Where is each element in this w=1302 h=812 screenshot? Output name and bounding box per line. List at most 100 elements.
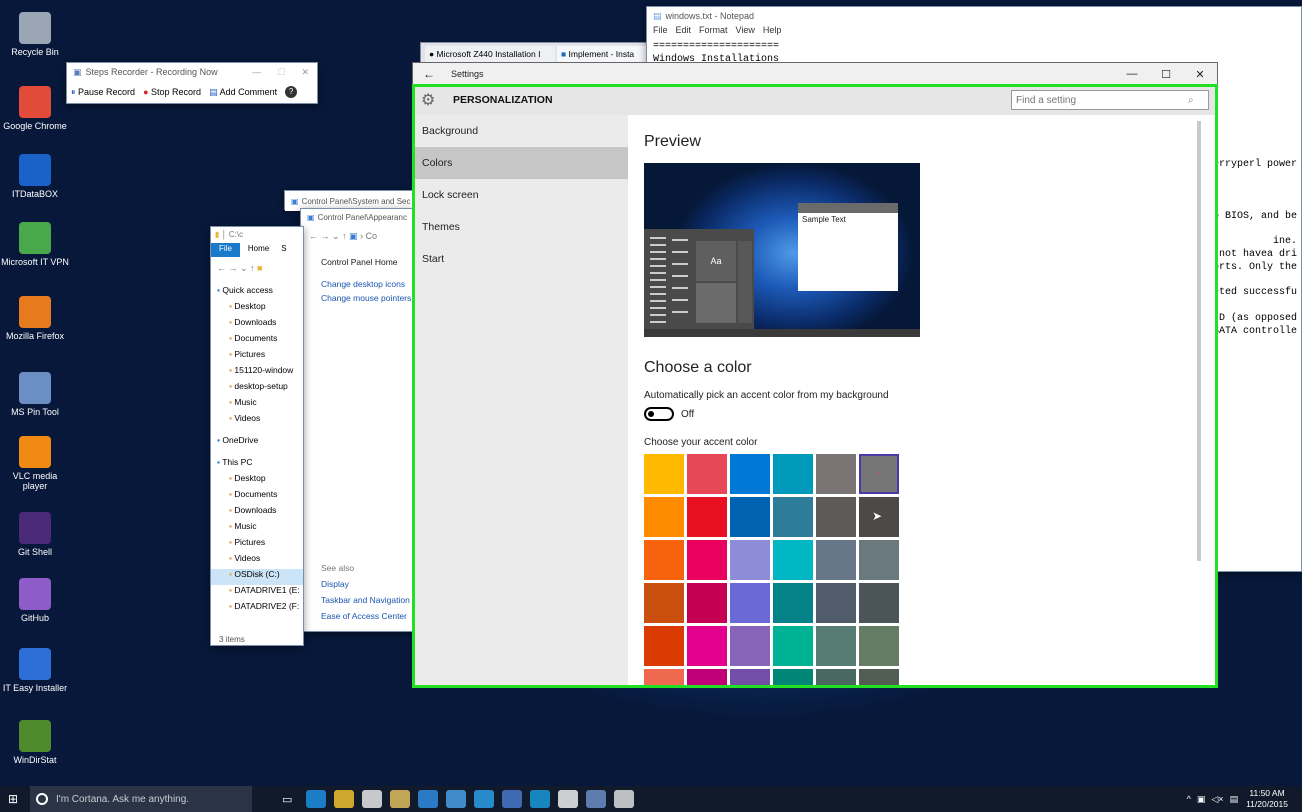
explorer-nav-item[interactable]: ▪ DATADRIVE1 (E: <box>211 585 303 601</box>
accent-color-swatch[interactable] <box>730 669 770 687</box>
menu-edit[interactable]: Edit <box>676 25 692 39</box>
ribbon-share-tab[interactable]: S <box>277 243 290 257</box>
explorer-nav-item[interactable]: ▪ Desktop <box>211 473 303 489</box>
accent-color-swatch[interactable] <box>687 540 727 580</box>
desktop-icon[interactable]: Recycle Bin <box>0 12 70 57</box>
menu-file[interactable]: File <box>653 25 668 39</box>
explorer-nav-item[interactable]: ▪ OSDisk (C:) <box>211 569 303 585</box>
accent-color-swatch[interactable] <box>859 669 899 687</box>
explorer-nav-item[interactable]: ▪ Videos <box>211 413 303 429</box>
explorer-nav-item[interactable]: ▪ Pictures <box>211 537 303 553</box>
start-button[interactable]: ⊞ <box>8 792 18 806</box>
search-box[interactable]: ⌕ <box>1011 90 1209 110</box>
notepad-titlebar[interactable]: ▤ windows.txt - Notepad <box>647 7 1301 25</box>
accent-color-swatch[interactable] <box>773 626 813 666</box>
accent-color-swatch[interactable] <box>730 583 770 623</box>
minimize-icon[interactable]: — <box>1115 68 1149 81</box>
settings-titlebar[interactable]: ← Settings — ☐ ✕ <box>413 63 1217 85</box>
accent-color-swatch[interactable] <box>773 583 813 623</box>
desktop-icon[interactable]: Git Shell <box>0 512 70 557</box>
accent-color-swatch[interactable] <box>859 626 899 666</box>
display-link[interactable]: Display <box>321 579 349 589</box>
app-icon[interactable] <box>558 790 579 808</box>
network-icon[interactable]: ▣ <box>1197 794 1206 805</box>
pause-record-button[interactable]: ⏸ Pause Record <box>71 87 135 98</box>
desktop-icon[interactable]: WinDirStat <box>0 720 70 765</box>
explorer-nav-item[interactable]: ▪ Documents <box>211 489 303 505</box>
browser-tab[interactable]: ■ Implement - Insta <box>557 46 657 62</box>
desktop-icon[interactable]: VLC media player <box>0 436 70 491</box>
nav-item-lock-screen[interactable]: Lock screen <box>413 179 628 211</box>
explorer-navbar[interactable]: ← → ⌄ ↑ ■ <box>211 257 303 279</box>
change-mouse-pointers-link[interactable]: Change mouse pointers <box>301 289 413 303</box>
explorer-nav-item[interactable]: ▪ Downloads <box>211 317 303 333</box>
accent-color-swatch[interactable] <box>816 626 856 666</box>
desktop-icon[interactable]: ITDataBOX <box>0 154 70 199</box>
ribbon-home-tab[interactable]: Home <box>240 243 277 257</box>
maximize-icon[interactable]: ☐ <box>269 67 293 78</box>
accent-color-swatch[interactable] <box>687 497 727 537</box>
accent-color-swatch[interactable] <box>687 626 727 666</box>
menu-format[interactable]: Format <box>699 25 728 39</box>
taskbar-navigation-link[interactable]: Taskbar and Navigation <box>321 595 410 605</box>
search-input[interactable] <box>1016 94 1188 106</box>
control-panel-addressbar[interactable]: ← → ⌄ ↑ ▣ › Co <box>301 225 413 247</box>
menu-view[interactable]: View <box>736 25 755 39</box>
maximize-icon[interactable]: ☐ <box>1149 68 1183 81</box>
accent-color-swatch[interactable] <box>816 454 856 494</box>
explorer-nav-item[interactable]: ▪ DATADRIVE2 (F: <box>211 601 303 617</box>
store-icon[interactable] <box>362 790 383 808</box>
edge-icon[interactable] <box>306 790 327 808</box>
notifications-icon[interactable]: ▤ <box>1230 794 1239 805</box>
browser-icon[interactable] <box>530 790 551 808</box>
close-icon[interactable]: ✕ <box>293 67 317 78</box>
accent-color-swatch[interactable] <box>773 669 813 687</box>
explorer-nav-item[interactable]: ▪ Quick access <box>211 285 303 301</box>
explorer-nav-item[interactable]: ▪ 151120-window <box>211 365 303 381</box>
control-panel-home-link[interactable]: Control Panel Home <box>301 247 413 267</box>
search-icon[interactable]: ⌕ <box>1188 95 1194 106</box>
accent-color-swatch[interactable] <box>816 669 856 687</box>
accent-color-swatch[interactable] <box>730 497 770 537</box>
accent-color-swatch[interactable] <box>644 669 684 687</box>
accent-color-swatch[interactable] <box>644 583 684 623</box>
nav-item-background[interactable]: Background <box>413 115 628 147</box>
nav-item-colors[interactable]: Colors <box>413 147 628 179</box>
explorer-nav-item[interactable]: ▪ Desktop <box>211 301 303 317</box>
menu-help[interactable]: Help <box>763 25 782 39</box>
desktop-icon[interactable]: IT Easy Installer <box>0 648 70 693</box>
accent-color-swatch[interactable] <box>644 454 684 494</box>
nav-item-start[interactable]: Start <box>413 243 628 275</box>
clock[interactable]: 11:50 AM 11/20/2015 <box>1246 788 1288 810</box>
accent-color-swatch[interactable] <box>859 540 899 580</box>
accent-color-swatch[interactable] <box>730 454 770 494</box>
accent-color-swatch[interactable] <box>730 540 770 580</box>
accent-color-swatch[interactable] <box>773 497 813 537</box>
task-view-icon[interactable]: ▭ <box>282 793 292 806</box>
accent-color-swatch[interactable] <box>816 497 856 537</box>
explorer-titlebar[interactable]: ▮ │ C:\c <box>211 227 303 243</box>
nav-item-themes[interactable]: Themes <box>413 211 628 243</box>
close-icon[interactable]: ✕ <box>1183 68 1217 81</box>
accent-color-swatch[interactable] <box>687 669 727 687</box>
auto-pick-toggle[interactable] <box>644 407 674 421</box>
explorer-nav-item[interactable]: ▪ Videos <box>211 553 303 569</box>
accent-color-swatch[interactable] <box>773 540 813 580</box>
accent-color-swatch[interactable] <box>687 583 727 623</box>
file-explorer-icon[interactable] <box>334 790 355 808</box>
skype-icon[interactable] <box>418 790 439 808</box>
mail-icon[interactable] <box>474 790 495 808</box>
explorer-nav-item[interactable]: ▪ desktop-setup <box>211 381 303 397</box>
help-icon[interactable]: ? <box>285 86 298 98</box>
explorer-nav-item[interactable]: ▪ Downloads <box>211 505 303 521</box>
accent-color-swatch[interactable] <box>816 540 856 580</box>
control-panel-titlebar[interactable]: ▣ Control Panel\Appearanc <box>301 209 413 225</box>
explorer-nav-item[interactable]: ▪ Pictures <box>211 349 303 365</box>
browser-tab[interactable]: ● Microsoft Z440 Installation I <box>425 46 555 62</box>
desktop-icon[interactable]: GitHub <box>0 578 70 623</box>
chevron-up-icon[interactable]: ^ <box>1187 794 1191 804</box>
notepad-icon[interactable] <box>502 790 523 808</box>
accent-color-swatch[interactable]: · <box>859 454 899 494</box>
accent-color-swatch[interactable] <box>644 540 684 580</box>
desktop-icon[interactable]: Mozilla Firefox <box>0 296 70 341</box>
